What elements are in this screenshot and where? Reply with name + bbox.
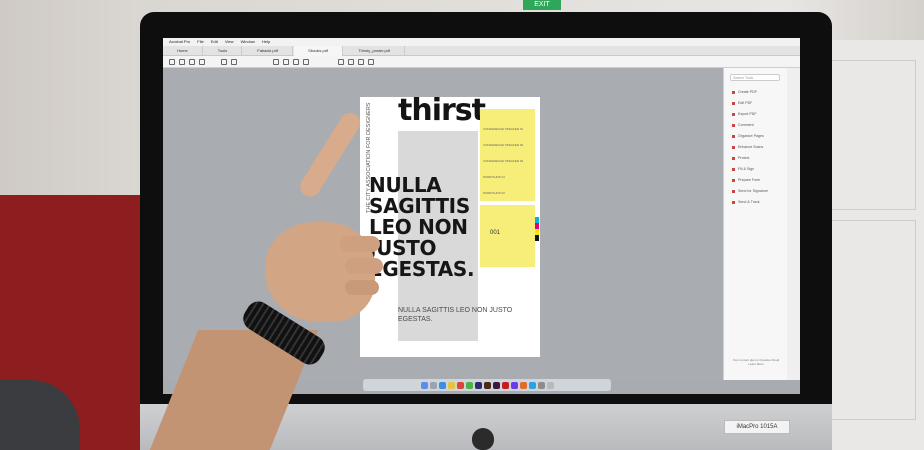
menu-item-help[interactable]: Help xyxy=(262,39,270,44)
color-bar xyxy=(535,217,539,241)
menu-bar: Acrobat Pro File Edit View Window Help xyxy=(163,38,800,46)
comment-icon[interactable] xyxy=(348,59,354,65)
cabinet-door-top xyxy=(830,60,916,210)
yellow-note-block: CONFERENCE SPEAKER 01 CONFERENCE SPEAKER… xyxy=(480,109,535,201)
plan-footer: Your current plan is Creative Cloud Lear… xyxy=(730,358,782,366)
poster-badge: 001 xyxy=(490,230,501,236)
fill-sign-icon xyxy=(732,167,735,171)
menu-item-edit[interactable]: Edit xyxy=(211,39,218,44)
toolbar xyxy=(163,56,800,68)
tab-document-2[interactable]: Sbooks.pdf xyxy=(294,46,344,56)
indesign-icon[interactable] xyxy=(492,381,500,389)
scrollbar[interactable] xyxy=(787,68,800,380)
headline-line-5: EGESTAS. xyxy=(369,257,475,281)
acrobat-icon[interactable] xyxy=(501,381,509,389)
monitor-label: iMacPro 1015A xyxy=(724,420,790,434)
finger-pinky xyxy=(345,280,379,295)
headline-line-4: JUSTO xyxy=(369,236,437,260)
fit-page-icon[interactable] xyxy=(338,59,344,65)
print-icon[interactable] xyxy=(179,59,185,65)
yellow-note-1: CONFERENCE SPEAKER 01 xyxy=(483,127,524,131)
tab-tools[interactable]: Tools xyxy=(204,46,243,56)
yellow-note-2: CONFERENCE SPEAKER 02 xyxy=(483,143,524,147)
learn-more-link[interactable]: Learn More xyxy=(730,362,782,366)
photoshop-icon[interactable] xyxy=(474,381,482,389)
calendar-icon[interactable] xyxy=(456,381,464,389)
select-cursor-icon[interactable] xyxy=(273,59,279,65)
messages-icon[interactable] xyxy=(465,381,473,389)
enhance-scans-icon xyxy=(732,145,735,149)
tool-prepare-form[interactable]: Prepare Form xyxy=(732,178,760,182)
tab-document-1[interactable]: Fabacki.pdf xyxy=(243,46,293,56)
black-swatch xyxy=(535,235,539,241)
yellow-badge-block xyxy=(480,205,535,267)
tab-bar: Home Tools Fabacki.pdf Sbooks.pdf Thirst… xyxy=(163,46,800,56)
export-pdf-icon xyxy=(732,112,735,116)
hand-tool-icon[interactable] xyxy=(283,59,289,65)
poster-page: thirst CONFERENCE SPEAKER 01 CONFERENCE … xyxy=(360,93,540,357)
tool-edit-pdf[interactable]: Edit PDF xyxy=(732,101,752,105)
menu-item-window[interactable]: Window xyxy=(241,39,255,44)
prepare-form-icon xyxy=(732,178,735,182)
tool-send-track[interactable]: Send & Track xyxy=(732,200,760,204)
tool-enhance-scans[interactable]: Enhance Scans xyxy=(732,145,763,149)
page-up-icon[interactable] xyxy=(221,59,227,65)
illustrator-icon[interactable] xyxy=(483,381,491,389)
save-icon[interactable] xyxy=(169,59,175,65)
launchpad-icon[interactable] xyxy=(429,381,437,389)
protect-icon xyxy=(732,156,735,160)
finger-middle xyxy=(340,236,380,252)
menu-item-view[interactable]: View xyxy=(225,39,234,44)
exit-sign: EXIT xyxy=(523,0,561,10)
menu-item-app[interactable]: Acrobat Pro xyxy=(169,39,190,44)
dock xyxy=(363,379,611,391)
headline-line-2: SAGITTIS xyxy=(369,194,470,218)
zoom-out-icon[interactable] xyxy=(293,59,299,65)
tool-create-pdf[interactable]: Create PDF xyxy=(732,90,757,94)
yellow-note-4: WORKSHOP 01 xyxy=(483,175,505,179)
organize-pages-icon xyxy=(732,134,735,138)
headline-line-3: LEO NON xyxy=(369,215,468,239)
trash-icon[interactable] xyxy=(546,381,554,389)
cabinet-door-bottom xyxy=(830,220,916,420)
tool-comment[interactable]: Comment xyxy=(732,123,754,127)
yellow-note-5: WORKSHOP 02 xyxy=(483,191,505,195)
tools-panel: Search Tools Create PDF Edit PDF Export … xyxy=(723,68,787,380)
finger-ring xyxy=(345,258,383,274)
finder-icon[interactable] xyxy=(420,381,428,389)
comment-tool-icon xyxy=(732,123,735,127)
search-icon[interactable] xyxy=(199,59,205,65)
poster-subline: NULLA SAGITTIS LEO NON JUSTO EGESTAS. xyxy=(398,307,513,323)
tool-export-pdf[interactable]: Export PDF xyxy=(732,112,757,116)
menu-item-file[interactable]: File xyxy=(197,39,203,44)
app-icon-1[interactable] xyxy=(519,381,527,389)
page-down-icon[interactable] xyxy=(231,59,237,65)
tool-protect[interactable]: Protect xyxy=(732,156,749,160)
yellow-note-3: CONFERENCE SPEAKER 03 xyxy=(483,159,524,163)
notes-icon[interactable] xyxy=(447,381,455,389)
signature-icon xyxy=(732,189,735,193)
tools-search-input[interactable]: Search Tools xyxy=(730,74,780,81)
email-icon[interactable] xyxy=(189,59,195,65)
pen-icon[interactable] xyxy=(368,59,374,65)
tool-send-for-signature[interactable]: Send for Signature xyxy=(732,189,768,193)
tab-document-3[interactable]: Thirsty_poster.pdf xyxy=(344,46,406,56)
poster-title: thirst xyxy=(398,93,486,128)
tab-home[interactable]: Home xyxy=(163,46,203,56)
tool-organize-pages[interactable]: Organize Pages xyxy=(732,134,764,138)
zoom-in-icon[interactable] xyxy=(303,59,309,65)
headline-line-1: NULLA xyxy=(369,173,442,197)
poster-headline: NULLA SAGITTIS LEO NON JUSTO EGESTAS. xyxy=(369,173,475,281)
settings-icon[interactable] xyxy=(537,381,545,389)
app-icon-2[interactable] xyxy=(528,381,536,389)
safari-icon[interactable] xyxy=(438,381,446,389)
premiere-icon[interactable] xyxy=(510,381,518,389)
apple-logo-icon xyxy=(472,428,494,450)
highlight-icon[interactable] xyxy=(358,59,364,65)
tool-fill-sign[interactable]: Fill & Sign xyxy=(732,167,754,171)
send-track-icon xyxy=(732,200,735,204)
cabinet xyxy=(820,40,924,450)
create-pdf-icon xyxy=(732,90,735,94)
edit-pdf-icon xyxy=(732,101,735,105)
